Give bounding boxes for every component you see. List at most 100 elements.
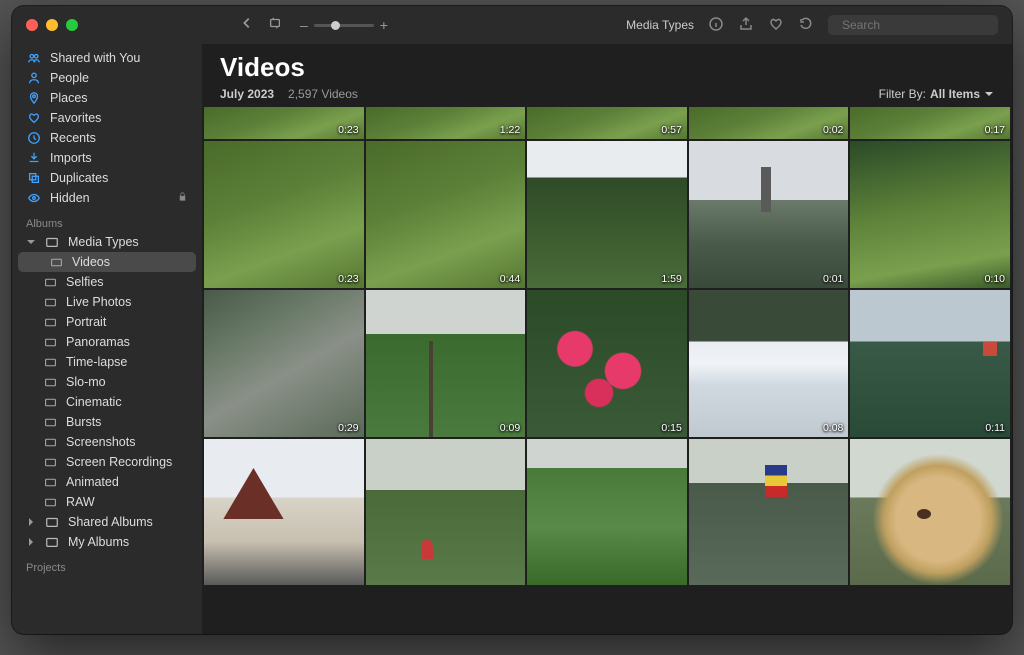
- rotate-icon[interactable]: [798, 16, 814, 35]
- video-thumbnail[interactable]: [204, 439, 364, 586]
- eye-icon: [26, 191, 42, 205]
- duration-label: 0:23: [338, 124, 358, 136]
- video-thumbnail[interactable]: 0:44: [366, 141, 526, 288]
- sidebar-media-screen-recordings[interactable]: Screen Recordings: [12, 452, 202, 472]
- chevron-down-icon: [26, 237, 36, 247]
- sidebar-item-imports[interactable]: Imports: [12, 148, 202, 168]
- sidebar-media-screenshots[interactable]: Screenshots: [12, 432, 202, 452]
- video-thumbnail[interactable]: 1:22: [366, 107, 526, 139]
- zoom-in-label: +: [380, 17, 388, 33]
- sidebar-item-duplicates[interactable]: Duplicates: [12, 168, 202, 188]
- sidebar-shared-albums[interactable]: Shared Albums: [12, 512, 202, 532]
- duration-label: 0:15: [661, 422, 681, 434]
- sidebar-item-favorites[interactable]: Favorites: [12, 108, 202, 128]
- sidebar-media-selfies[interactable]: Selfies: [12, 272, 202, 292]
- media-type-icon: [42, 476, 58, 489]
- close-window-button[interactable]: [26, 19, 38, 31]
- minimize-window-button[interactable]: [46, 19, 58, 31]
- sidebar-media-cinematic[interactable]: Cinematic: [12, 392, 202, 412]
- video-thumbnail[interactable]: [527, 439, 687, 586]
- clock-icon: [26, 131, 42, 145]
- search-box[interactable]: [828, 15, 998, 35]
- media-type-icon: [42, 416, 58, 429]
- video-thumbnail[interactable]: 0:23: [204, 141, 364, 288]
- sidebar-item-places[interactable]: Places: [12, 88, 202, 108]
- media-type-icon: [42, 276, 58, 289]
- sidebar-media-types[interactable]: Media Types: [12, 232, 202, 252]
- share-icon[interactable]: [738, 16, 754, 35]
- crop-icon[interactable]: [268, 16, 282, 35]
- projects-section-header: Projects: [12, 552, 202, 576]
- video-thumbnail[interactable]: 0:08: [689, 290, 849, 437]
- video-thumbnail[interactable]: 0:09: [366, 290, 526, 437]
- video-thumbnail[interactable]: [689, 439, 849, 586]
- duration-label: 0:11: [985, 422, 1005, 434]
- video-thumbnail[interactable]: 0:11: [850, 290, 1010, 437]
- main-content: Videos July 2023 2,597 Videos Filter By:…: [202, 44, 1012, 634]
- sidebar: Shared with YouPeoplePlacesFavoritesRece…: [12, 44, 202, 634]
- video-thumbnail[interactable]: 0:23: [204, 107, 364, 139]
- duration-label: 0:57: [661, 124, 681, 136]
- zoom-slider[interactable]: – +: [300, 17, 388, 33]
- favorite-icon[interactable]: [768, 16, 784, 35]
- chevron-right-icon: [26, 517, 36, 527]
- sidebar-my-albums[interactable]: My Albums: [12, 532, 202, 552]
- count-label: 2,597 Videos: [288, 87, 358, 101]
- people-icon: [26, 51, 42, 65]
- titlebar: – + Media Types: [12, 6, 1012, 44]
- duration-label: 0:09: [500, 422, 520, 434]
- video-thumbnail[interactable]: 0:17: [850, 107, 1010, 139]
- video-thumbnail[interactable]: [366, 439, 526, 586]
- video-thumbnail[interactable]: 0:10: [850, 141, 1010, 288]
- video-thumbnail[interactable]: 0:15: [527, 290, 687, 437]
- media-type-icon: [48, 256, 64, 269]
- media-type-icon: [42, 336, 58, 349]
- sidebar-media-animated[interactable]: Animated: [12, 472, 202, 492]
- download-icon: [26, 151, 42, 165]
- duration-label: 0:01: [823, 273, 843, 285]
- shared-icon: [44, 515, 60, 529]
- media-type-icon: [42, 456, 58, 469]
- sidebar-item-hidden[interactable]: Hidden: [12, 188, 202, 208]
- duration-label: 1:22: [500, 124, 520, 136]
- video-thumbnail[interactable]: 0:57: [527, 107, 687, 139]
- sidebar-media-live-photos[interactable]: Live Photos: [12, 292, 202, 312]
- sidebar-media-slo-mo[interactable]: Slo-mo: [12, 372, 202, 392]
- sidebar-media-raw[interactable]: RAW: [12, 492, 202, 512]
- duration-label: 0:17: [985, 124, 1005, 136]
- sidebar-media-portrait[interactable]: Portrait: [12, 312, 202, 332]
- albums-section-header: Albums: [12, 208, 202, 232]
- sidebar-media-time-lapse[interactable]: Time-lapse: [12, 352, 202, 372]
- sidebar-media-videos[interactable]: Videos: [18, 252, 196, 272]
- app-window: – + Media Types Shared with YouPeoplePla…: [12, 6, 1012, 634]
- video-thumbnail[interactable]: 0:02: [689, 107, 849, 139]
- sidebar-item-people[interactable]: People: [12, 68, 202, 88]
- duration-label: 1:59: [661, 273, 681, 285]
- duration-label: 0:23: [338, 273, 358, 285]
- page-title: Videos: [220, 52, 994, 83]
- lock-icon: [177, 191, 188, 205]
- date-label: July 2023: [220, 87, 274, 101]
- media-type-icon: [42, 496, 58, 509]
- filter-dropdown[interactable]: Filter By: All Items: [879, 87, 994, 101]
- video-thumbnail[interactable]: [850, 439, 1010, 586]
- folder-icon: [44, 235, 60, 249]
- search-input[interactable]: [842, 18, 997, 32]
- sidebar-media-panoramas[interactable]: Panoramas: [12, 332, 202, 352]
- back-button[interactable]: [240, 16, 254, 35]
- fullscreen-window-button[interactable]: [66, 19, 78, 31]
- person-icon: [26, 71, 42, 85]
- info-icon[interactable]: [708, 16, 724, 35]
- pin-icon: [26, 91, 42, 105]
- video-thumbnail[interactable]: 1:59: [527, 141, 687, 288]
- media-type-icon: [42, 296, 58, 309]
- sidebar-item-recents[interactable]: Recents: [12, 128, 202, 148]
- media-type-icon: [42, 376, 58, 389]
- albums-icon: [44, 535, 60, 549]
- media-type-icon: [42, 356, 58, 369]
- media-types-dropdown[interactable]: Media Types: [626, 18, 694, 32]
- video-thumbnail[interactable]: 0:29: [204, 290, 364, 437]
- sidebar-item-shared-with-you[interactable]: Shared with You: [12, 48, 202, 68]
- video-thumbnail[interactable]: 0:01: [689, 141, 849, 288]
- sidebar-media-bursts[interactable]: Bursts: [12, 412, 202, 432]
